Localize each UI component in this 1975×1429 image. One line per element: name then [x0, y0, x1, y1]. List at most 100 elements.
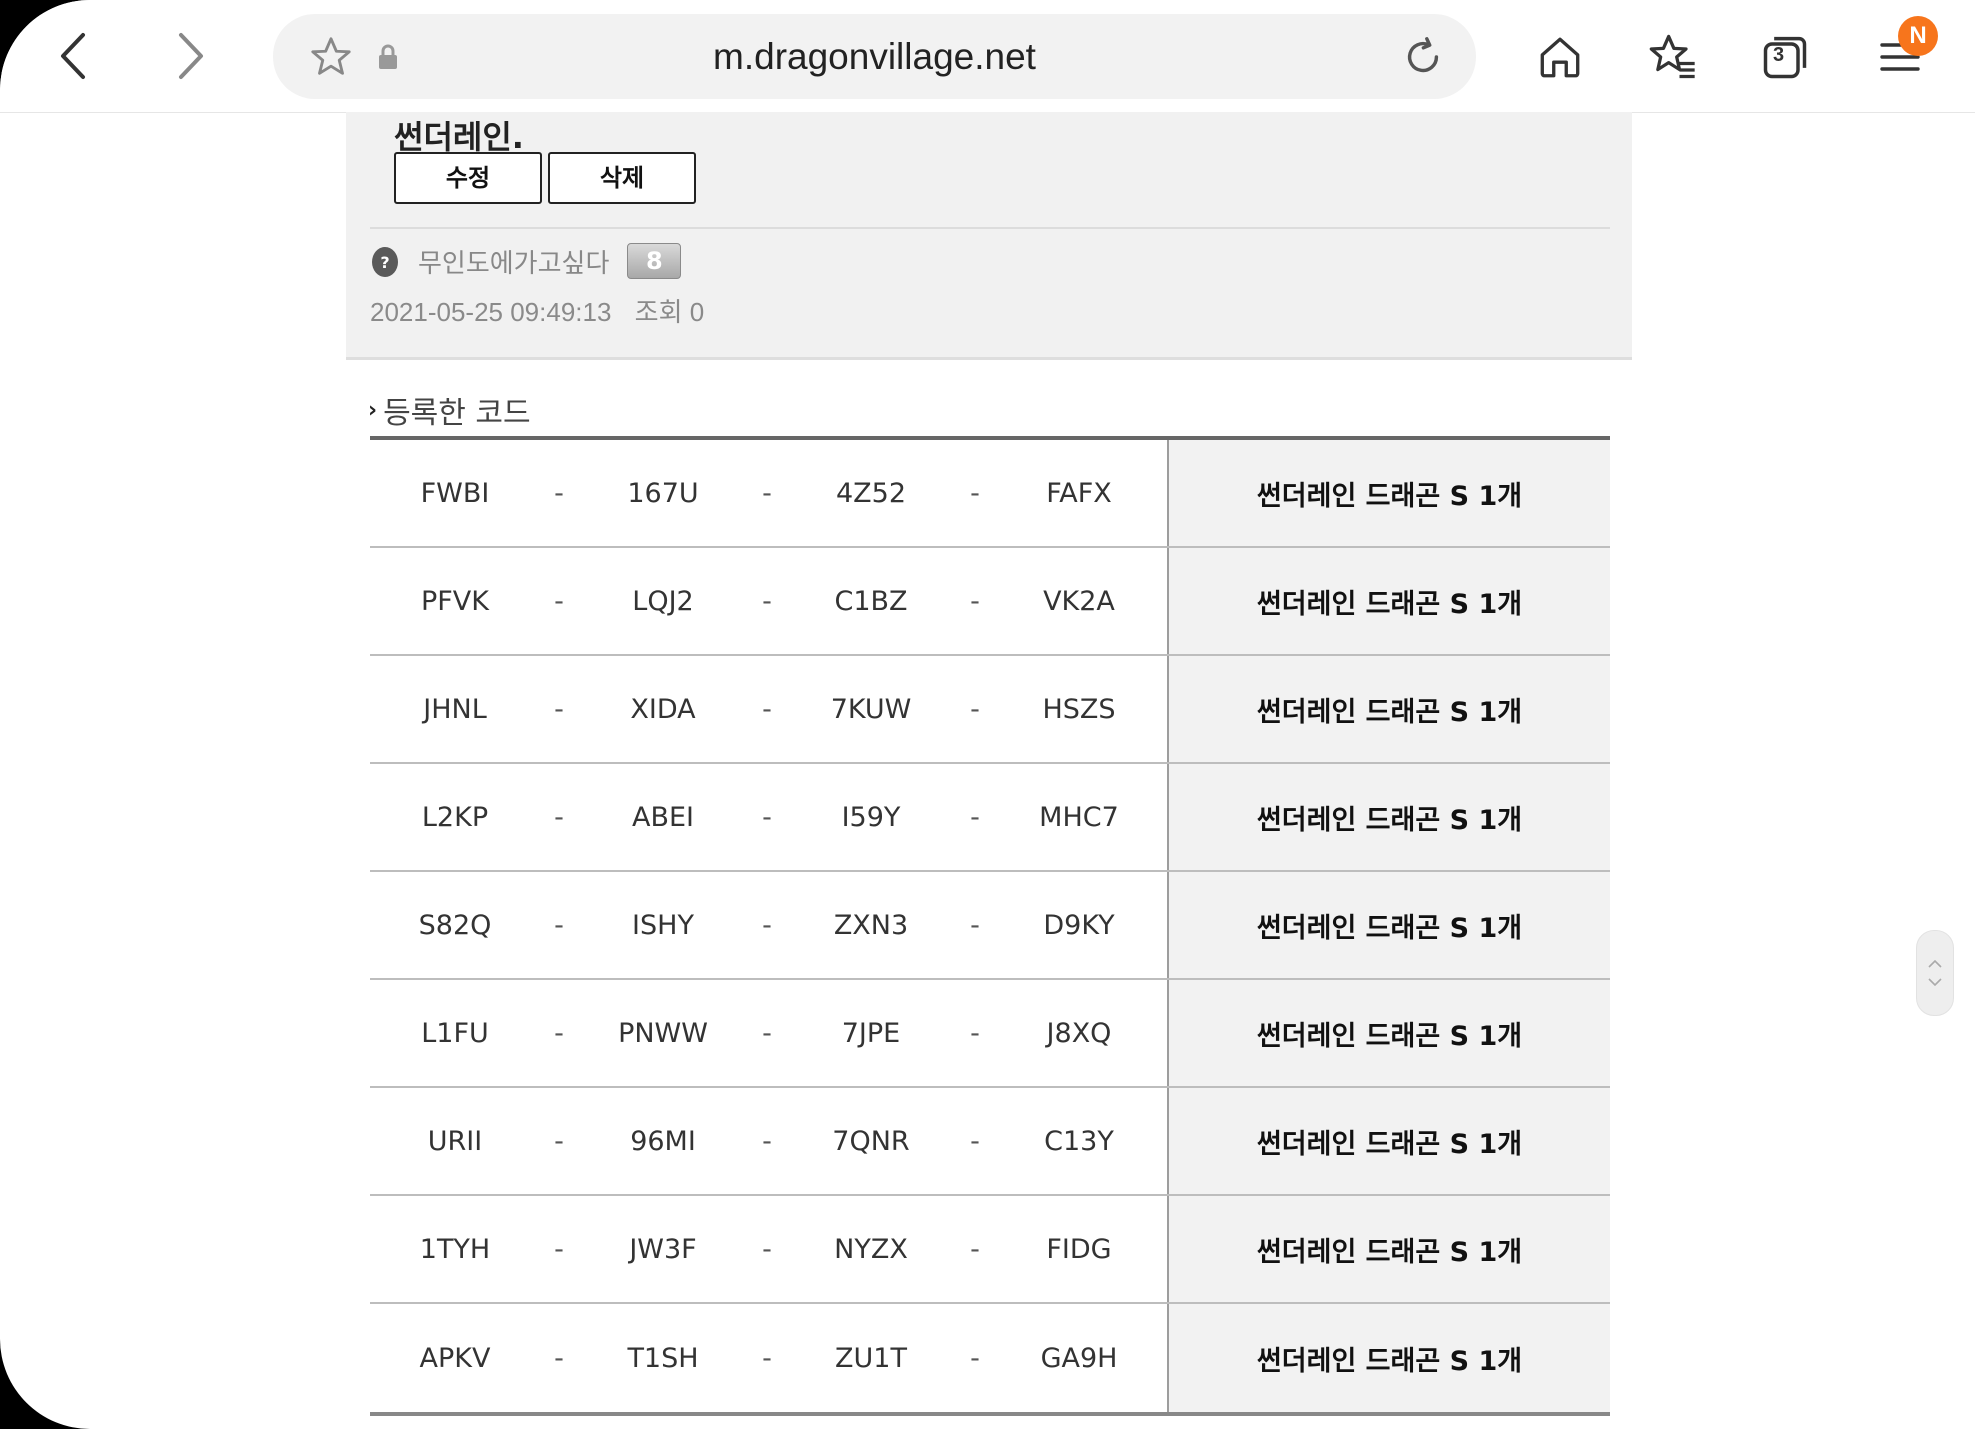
code-separator: -: [970, 477, 980, 509]
table-row: 1TYH - JW3F - NYZX - FIDG 썬더레인 드래곤 S 1개: [370, 1196, 1610, 1304]
code-separator: -: [554, 585, 564, 617]
author-level-badge: 8: [627, 243, 682, 279]
code-segment: I59Y: [841, 801, 901, 833]
code-separator: -: [554, 801, 564, 833]
code-cell: L2KP - ABEI - I59Y - MHC7: [370, 764, 1169, 870]
code-separator: -: [554, 477, 564, 509]
url-text[interactable]: m.dragonvillage.net: [273, 14, 1476, 99]
chevron-up-icon: [1928, 960, 1942, 968]
menu-notification-badge: N: [1898, 16, 1938, 56]
address-bar[interactable]: m.dragonvillage.net: [273, 14, 1476, 99]
code-segment: L1FU: [421, 1017, 489, 1049]
code-separator: -: [970, 909, 980, 941]
code-segment: L2KP: [421, 801, 489, 833]
code-separator: -: [970, 585, 980, 617]
code-segment: 167U: [627, 477, 699, 509]
code-cell: PFVK - LQJ2 - C1BZ - VK2A: [370, 548, 1169, 654]
code-separator: -: [554, 1017, 564, 1049]
delete-button[interactable]: 삭제: [548, 152, 696, 204]
divider: [370, 227, 1610, 229]
table-row: URII - 96MI - 7QNR - C13Y 썬더레인 드래곤 S 1개: [370, 1088, 1610, 1196]
table-row: L1FU - PNWW - 7JPE - J8XQ 썬더레인 드래곤 S 1개: [370, 980, 1610, 1088]
code-table: FWBI - 167U - 4Z52 - FAFX 썬더레인 드래곤 S 1개 PFVK - LQJ…: [370, 436, 1610, 1416]
code-segment: 7KUW: [830, 693, 912, 725]
help-icon: ?: [372, 247, 398, 277]
code-segment: JHNL: [423, 693, 487, 725]
code-segment: ISHY: [632, 909, 694, 941]
author-row: ? 무인도에가고싶다 8: [370, 236, 682, 286]
code-separator: -: [762, 1342, 772, 1374]
section-title-text: 등록한 코드: [383, 396, 531, 431]
edit-button[interactable]: 수정: [394, 152, 542, 204]
bookmarks-button[interactable]: [1638, 22, 1708, 92]
code-segment: GA9H: [1040, 1342, 1118, 1374]
author-name[interactable]: 무인도에가고싶다: [418, 243, 609, 280]
scroll-handle[interactable]: [1916, 930, 1954, 1016]
code-separator: -: [762, 693, 772, 725]
code-separator: -: [554, 909, 564, 941]
reward-cell: 썬더레인 드래곤 S 1개: [1169, 440, 1610, 546]
browser-toolbar: m.dragonvillage.net 3 N: [0, 0, 1975, 113]
code-separator: -: [554, 693, 564, 725]
table-row: PFVK - LQJ2 - C1BZ - VK2A 썬더레인 드래곤 S 1개: [370, 548, 1610, 656]
table-row: APKV - T1SH - ZU1T - GA9H 썬더레인 드래곤 S 1개: [370, 1304, 1610, 1412]
code-segment: VK2A: [1043, 585, 1115, 617]
code-segment: APKV: [419, 1342, 491, 1374]
code-segment: FWBI: [420, 477, 490, 509]
code-separator: -: [970, 693, 980, 725]
code-cell: 1TYH - JW3F - NYZX - FIDG: [370, 1196, 1169, 1302]
bookmarks-icon: [1649, 34, 1695, 79]
code-segment: URII: [427, 1125, 483, 1157]
code-segment: C13Y: [1044, 1125, 1114, 1157]
post-box: 썬더레인. 수정 삭제 ? 무인도에가고싶다 8 2021-05-25 09:4…: [346, 112, 1632, 360]
post-meta: 2021-05-25 09:49:13 조회 0: [370, 292, 704, 329]
reward-cell: 썬더레인 드래곤 S 1개: [1169, 1304, 1610, 1412]
tabs-count: 3: [1773, 44, 1785, 66]
code-separator: -: [970, 1342, 980, 1374]
code-separator: -: [762, 477, 772, 509]
code-segment: LQJ2: [632, 585, 694, 617]
code-cell: S82Q - ISHY - ZXN3 - D9KY: [370, 872, 1169, 978]
back-icon: [61, 33, 85, 79]
code-segment: HSZS: [1042, 693, 1116, 725]
code-segment: ZXN3: [833, 909, 909, 941]
code-segment: FAFX: [1046, 477, 1112, 509]
reload-button[interactable]: [1393, 14, 1453, 99]
table-row: JHNL - XIDA - 7KUW - HSZS 썬더레인 드래곤 S 1개: [370, 656, 1610, 764]
code-segment: T1SH: [627, 1342, 699, 1374]
svg-text:?: ?: [380, 253, 389, 272]
table-row: L2KP - ABEI - I59Y - MHC7 썬더레인 드래곤 S 1개: [370, 764, 1610, 872]
forward-button[interactable]: [160, 26, 220, 86]
code-separator: -: [762, 1233, 772, 1265]
back-button[interactable]: [44, 26, 104, 86]
code-cell: L1FU - PNWW - 7JPE - J8XQ: [370, 980, 1169, 1086]
code-segment: FIDG: [1046, 1233, 1112, 1265]
code-segment: S82Q: [418, 909, 492, 941]
code-separator: -: [762, 1017, 772, 1049]
code-separator: -: [554, 1233, 564, 1265]
reward-cell: 썬더레인 드래곤 S 1개: [1169, 656, 1610, 762]
code-segment: C1BZ: [834, 585, 908, 617]
home-icon: [1540, 37, 1580, 78]
post-date: 2021-05-25 09:49:13: [370, 297, 612, 327]
tabs-icon: [1763, 36, 1807, 79]
code-separator: -: [970, 1125, 980, 1157]
tabs-button[interactable]: 3: [1750, 22, 1820, 92]
home-button[interactable]: [1525, 22, 1595, 92]
code-separator: -: [762, 801, 772, 833]
code-cell: FWBI - 167U - 4Z52 - FAFX: [370, 440, 1169, 546]
code-segment: NYZX: [834, 1233, 908, 1265]
reward-cell: 썬더레인 드래곤 S 1개: [1169, 1088, 1610, 1194]
chevron-down-icon: [1928, 978, 1942, 986]
code-segment: 4Z52: [835, 477, 907, 509]
reward-cell: 썬더레인 드래곤 S 1개: [1169, 872, 1610, 978]
code-separator: -: [970, 1017, 980, 1049]
code-segment: D9KY: [1043, 909, 1115, 941]
table-row: FWBI - 167U - 4Z52 - FAFX 썬더레인 드래곤 S 1개: [370, 440, 1610, 548]
code-segment: PNWW: [618, 1017, 708, 1049]
code-segment: ABEI: [631, 801, 694, 833]
code-segment: 7QNR: [832, 1125, 910, 1157]
reward-cell: 썬더레인 드래곤 S 1개: [1169, 1196, 1610, 1302]
code-segment: 96MI: [630, 1125, 696, 1157]
code-segment: ZU1T: [835, 1342, 907, 1374]
